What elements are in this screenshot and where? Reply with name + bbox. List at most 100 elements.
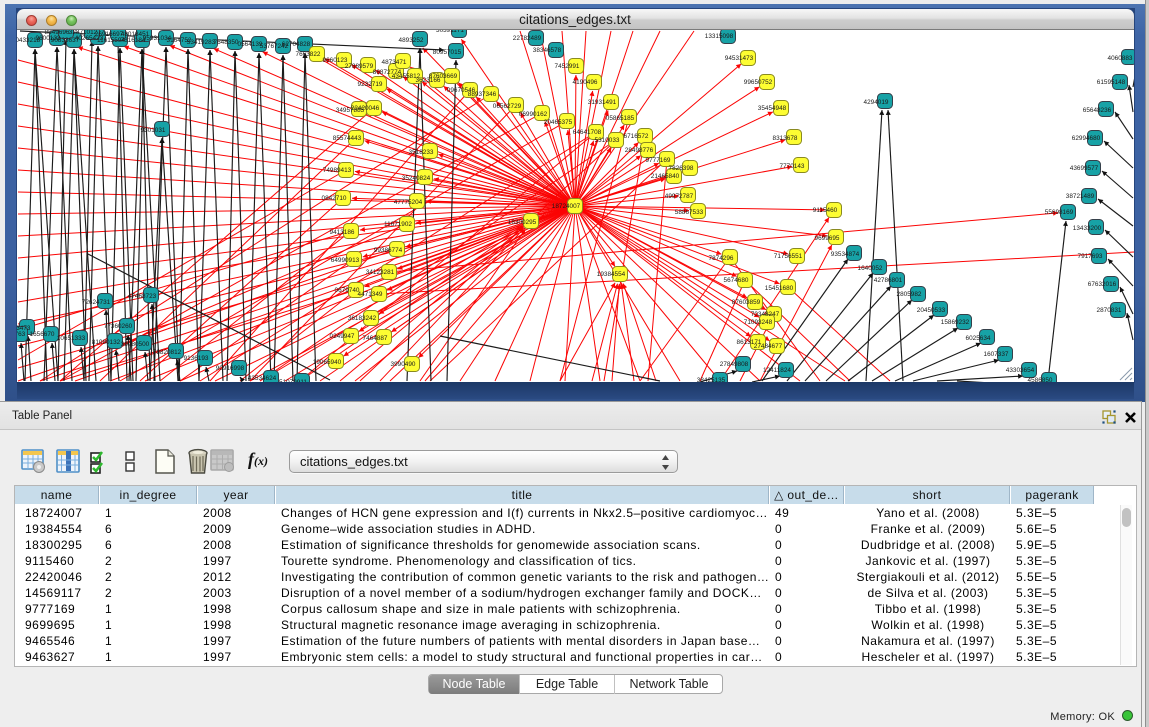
svg-text:78820812: 78820812 xyxy=(153,349,182,356)
svg-text:29973763: 29973763 xyxy=(17,331,26,338)
svg-text:43303654: 43303654 xyxy=(1006,367,1035,374)
svg-text:30980500: 30980500 xyxy=(121,341,150,348)
svg-text:38425135: 38425135 xyxy=(697,377,726,382)
svg-text:99650752: 99650752 xyxy=(744,79,773,86)
svg-text:90916998: 90916998 xyxy=(216,365,245,372)
svg-text:05865185: 05865185 xyxy=(606,115,635,122)
svg-text:27484677: 27484677 xyxy=(754,343,783,350)
svg-text:7874296: 7874296 xyxy=(709,255,734,262)
svg-text:99386774: 99386774 xyxy=(374,247,403,254)
svg-text:4893252: 4893252 xyxy=(399,37,424,44)
svg-text:2870831: 2870831 xyxy=(1097,307,1122,314)
svg-text:1640052: 1640052 xyxy=(858,265,883,272)
svg-text:7770143: 7770143 xyxy=(780,163,805,170)
svg-text:2805982: 2805982 xyxy=(897,291,922,298)
svg-text:74989413: 74989413 xyxy=(323,167,352,174)
svg-text:20450533: 20450533 xyxy=(917,307,946,314)
svg-text:7917693: 7917693 xyxy=(1078,253,1103,260)
svg-text:18724007: 18724007 xyxy=(552,203,581,210)
svg-text:94531473: 94531473 xyxy=(725,55,754,62)
svg-text:36183242: 36183242 xyxy=(348,315,377,322)
svg-text:4294019: 4294019 xyxy=(864,99,889,106)
svg-text:9136193: 9136193 xyxy=(184,355,209,362)
svg-text:1607337: 1607337 xyxy=(984,351,1009,358)
svg-text:42786801: 42786801 xyxy=(874,277,903,284)
svg-text:4471349: 4471349 xyxy=(358,291,383,298)
svg-text:93534874: 93534874 xyxy=(831,251,860,258)
svg-text:11671902: 11671902 xyxy=(384,221,412,228)
svg-text:3518233: 3518233 xyxy=(409,149,434,156)
svg-text:06562729: 06562729 xyxy=(493,103,522,110)
svg-text:19065940: 19065940 xyxy=(313,359,342,366)
svg-text:0842710: 0842710 xyxy=(322,195,347,202)
svg-text:1656670: 1656670 xyxy=(30,331,55,338)
svg-text:55698169: 55698169 xyxy=(1045,209,1074,216)
svg-text:6025634: 6025634 xyxy=(966,335,991,342)
svg-text:7648350: 7648350 xyxy=(214,39,239,46)
svg-text:26916697: 26916697 xyxy=(95,31,124,38)
svg-text:5310033: 5310033 xyxy=(595,137,620,144)
svg-text:64990913: 64990913 xyxy=(331,257,360,264)
svg-text:9115460: 9115460 xyxy=(813,207,838,214)
svg-text:80957015: 80957015 xyxy=(433,49,462,56)
svg-text:38346578: 38346578 xyxy=(533,47,562,54)
svg-text:87603669: 87603669 xyxy=(429,73,458,80)
svg-text:87603859: 87603859 xyxy=(732,299,761,306)
svg-text:4873471: 4873471 xyxy=(382,59,407,66)
svg-text:81080132: 81080132 xyxy=(92,339,121,346)
svg-text:4586850: 4586850 xyxy=(1028,377,1053,382)
svg-text:38721489: 38721489 xyxy=(1066,193,1095,200)
svg-text:0679740: 0679740 xyxy=(335,287,360,294)
svg-text:32871012: 32871012 xyxy=(69,30,98,36)
svg-text:9413186: 9413186 xyxy=(330,229,355,236)
svg-text:51079911: 51079911 xyxy=(279,379,307,382)
svg-text:7663822: 7663822 xyxy=(296,51,321,58)
svg-text:88937346: 88937346 xyxy=(468,91,497,98)
svg-text:22782489: 22782489 xyxy=(513,35,542,42)
svg-text:72624731: 72624731 xyxy=(82,299,111,306)
svg-text:34123281: 34123281 xyxy=(366,269,395,276)
svg-text:8313678: 8313678 xyxy=(773,135,798,142)
svg-text:43534624: 43534624 xyxy=(248,375,277,382)
svg-text:15869232: 15869232 xyxy=(941,319,970,326)
svg-text:65648236: 65648236 xyxy=(1083,107,1112,114)
svg-text:19384554: 19384554 xyxy=(597,271,626,278)
svg-text:53419283: 53419283 xyxy=(187,39,216,46)
svg-text:27889579: 27889579 xyxy=(345,63,374,70)
svg-text:6716572: 6716572 xyxy=(624,133,649,140)
svg-text:48018451: 48018451 xyxy=(121,31,150,38)
svg-text:9301031: 9301031 xyxy=(141,127,166,134)
svg-text:85574443: 85574443 xyxy=(333,135,362,142)
svg-text:3990490: 3990490 xyxy=(391,361,416,368)
svg-text:49972787: 49972787 xyxy=(665,193,694,200)
svg-text:70348247: 70348247 xyxy=(751,311,780,318)
svg-text:13315098: 13315098 xyxy=(705,33,734,40)
svg-text:61595148: 61595148 xyxy=(1097,79,1126,86)
svg-text:35240824: 35240824 xyxy=(402,175,431,182)
svg-text:7452991: 7452991 xyxy=(555,63,580,70)
svg-text:30391171: 30391171 xyxy=(436,30,464,34)
svg-text:18300295: 18300295 xyxy=(508,219,537,226)
svg-text:47468723: 47468723 xyxy=(128,293,157,300)
svg-text:9699695: 9699695 xyxy=(815,235,840,242)
svg-text:71093248: 71093248 xyxy=(744,319,773,326)
svg-text:13433200: 13433200 xyxy=(1073,225,1102,232)
svg-text:27849808: 27849808 xyxy=(720,361,749,368)
svg-text:0249947: 0249947 xyxy=(330,333,355,340)
svg-text:64641708: 64641708 xyxy=(573,129,602,136)
svg-text:34957885: 34957885 xyxy=(336,107,365,114)
svg-text:62994680: 62994680 xyxy=(1072,135,1101,142)
svg-text:67632016: 67632016 xyxy=(1088,281,1117,288)
svg-text:10651333: 10651333 xyxy=(57,335,86,342)
svg-text:9777169: 9777169 xyxy=(646,157,671,164)
svg-text:12411824: 12411824 xyxy=(763,367,791,374)
svg-text:62704828: 62704828 xyxy=(282,41,311,48)
svg-text:15451680: 15451680 xyxy=(765,285,794,292)
svg-text:28498776: 28498776 xyxy=(625,147,654,154)
svg-text:21465840: 21465840 xyxy=(651,173,680,180)
svg-text:7826398: 7826398 xyxy=(669,165,694,172)
svg-text:58867533: 58867533 xyxy=(675,209,704,216)
svg-text:5674680: 5674680 xyxy=(724,277,749,284)
svg-text:47775204: 47775204 xyxy=(394,199,423,206)
svg-text:7464887: 7464887 xyxy=(363,335,388,342)
